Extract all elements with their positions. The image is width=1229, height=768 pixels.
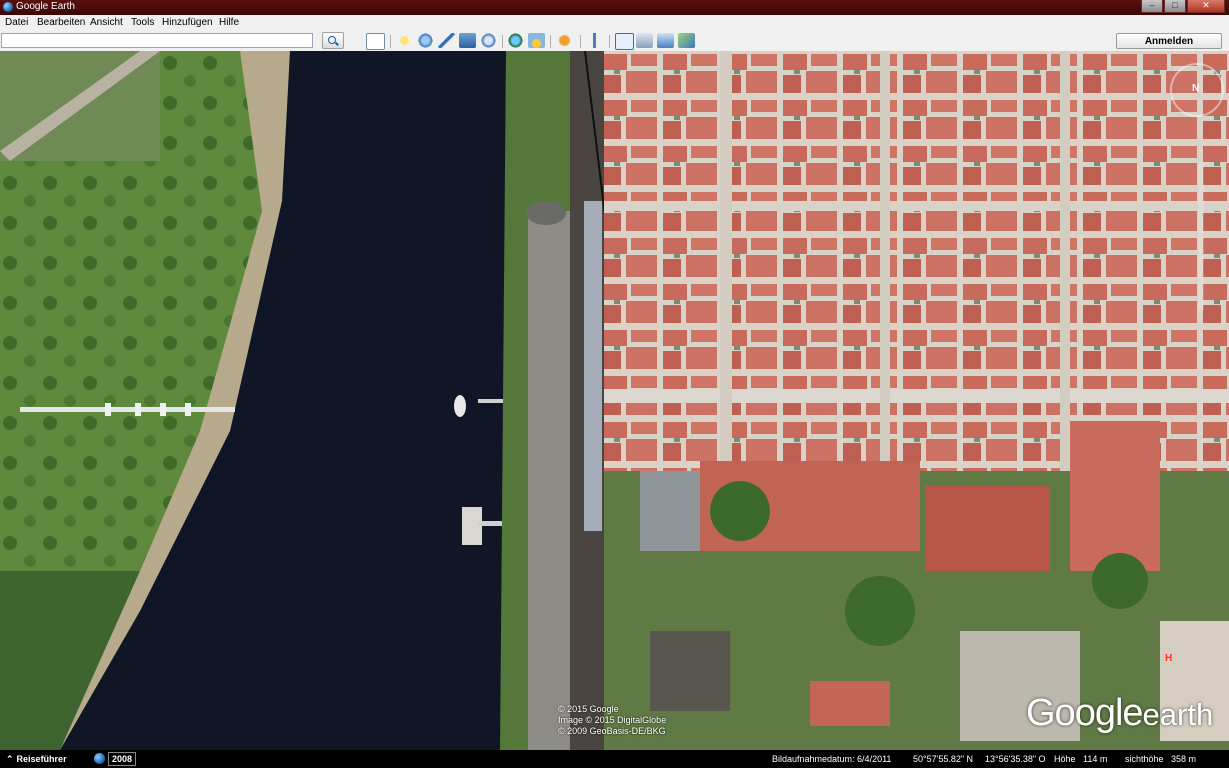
copyright-line: © 2009 GeoBasis-DE/BKG (558, 726, 666, 736)
save-image-icon[interactable] (657, 33, 674, 48)
menu-tools[interactable]: Tools (131, 17, 154, 28)
close-button[interactable]: ✕ (1187, 0, 1225, 13)
latitude-readout: 50°57'55.82" N (913, 754, 974, 764)
title-bar: Google Earth – □ ✕ (0, 0, 1229, 15)
imagery-copyright: © 2015 Google Image © 2015 DigitalGlobe … (558, 704, 666, 737)
tour-guide-toggle[interactable]: ⌃ Reiseführer (6, 754, 67, 765)
planets-icon[interactable] (556, 33, 573, 48)
toolbar-separator (550, 35, 551, 48)
search-button[interactable] (322, 32, 344, 49)
print-icon[interactable] (636, 33, 653, 48)
google-earth-app-icon (3, 2, 13, 12)
copyright-line: © 2015 Google (558, 704, 619, 714)
image-date: Bildaufnahmedatum: 6/4/2011 (772, 754, 892, 764)
minimize-button[interactable]: – (1141, 0, 1163, 13)
image-overlay-icon[interactable] (459, 33, 476, 48)
menu-datei[interactable]: Datei (5, 17, 28, 28)
menu-hinzufuegen[interactable]: Hinzufügen (162, 17, 213, 28)
window-controls: – □ ✕ (1140, 0, 1225, 13)
tour-guide-label: Reiseführer (16, 754, 67, 764)
toolbar-separator (580, 35, 581, 48)
menu-bearbeiten[interactable]: Bearbeiten (37, 17, 85, 28)
record-tour-icon[interactable] (480, 33, 497, 48)
email-icon[interactable] (615, 33, 634, 50)
zoom-slider[interactable] (1198, 161, 1204, 311)
navigation-compass[interactable]: N (1170, 63, 1224, 117)
polygon-icon[interactable] (417, 33, 434, 48)
historical-imagery-icon[interactable] (507, 33, 524, 48)
toolbar-separator (609, 35, 610, 48)
sunlight-icon[interactable] (528, 33, 545, 48)
satellite-imagery (0, 51, 1229, 750)
status-bar: ⌃ Reiseführer 2008 Bildaufnahmedatum: 6/4… (0, 750, 1229, 768)
google-earth-logo: Googleearth (1026, 692, 1213, 735)
longitude-readout: 13°56'35.38" O (985, 754, 1046, 764)
menu-bar: Datei Bearbeiten Ansicht Tools Hinzufüge… (0, 15, 1229, 32)
hotel-poi-icon[interactable]: H (1165, 653, 1172, 664)
toolbar: Anmelden (0, 32, 1229, 52)
menu-hilfe[interactable]: Hilfe (219, 17, 239, 28)
eye-altitude-readout: sichthöhe 358 m (1125, 754, 1197, 764)
window-title: Google Earth (16, 1, 75, 12)
maximize-button[interactable]: □ (1164, 0, 1186, 13)
historical-year-badge[interactable]: 2008 (108, 752, 137, 766)
toolbar-separator (390, 35, 391, 48)
sidebar-toggle-icon[interactable] (366, 33, 385, 50)
elevation-readout: Höhe 114 m (1054, 754, 1108, 764)
ruler-icon[interactable] (586, 33, 603, 48)
logo-google-text: Google (1026, 692, 1144, 734)
menu-ansicht[interactable]: Ansicht (90, 17, 123, 28)
logo-earth-text: earth (1142, 697, 1214, 732)
search-input[interactable] (1, 33, 313, 48)
path-icon[interactable] (438, 33, 455, 48)
map-viewport[interactable]: N H © 2015 Google Image © 2015 DigitalGl… (0, 51, 1229, 750)
compass-north-label: N (1192, 83, 1200, 94)
sign-in-button[interactable]: Anmelden (1116, 33, 1222, 49)
historical-imagery-icon[interactable] (94, 753, 105, 764)
chevron-up-icon: ⌃ (6, 754, 14, 764)
placemark-icon[interactable] (396, 33, 413, 48)
maps-view-icon[interactable] (678, 33, 695, 48)
toolbar-separator (502, 35, 503, 48)
copyright-line: Image © 2015 DigitalGlobe (558, 715, 667, 725)
